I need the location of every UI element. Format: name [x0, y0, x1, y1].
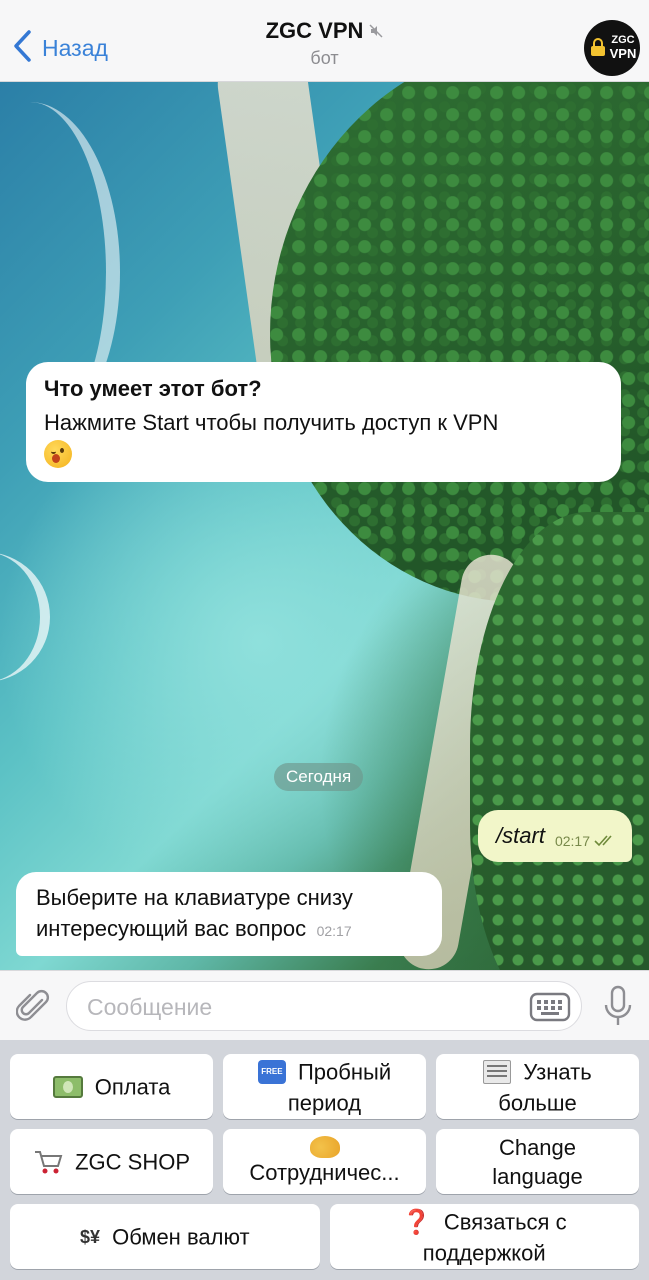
- paperclip-icon[interactable]: [16, 988, 50, 1024]
- contact-support-button[interactable]: ❓ Связаться с поддержкой: [329, 1204, 639, 1269]
- button-label: Узнать больше: [498, 1059, 592, 1116]
- microphone-icon[interactable]: [603, 985, 633, 1027]
- bot-keyboard: Оплата FREE Пробный период Узнать больше: [0, 1040, 649, 1280]
- change-language-button[interactable]: Change language: [436, 1129, 639, 1194]
- currency-exchange-button[interactable]: $¥ Обмен валют: [10, 1204, 320, 1269]
- handshake-icon: [309, 1136, 340, 1158]
- button-label: Сотрудничес...: [249, 1160, 400, 1185]
- newspaper-icon: [483, 1060, 512, 1084]
- bot-intro-card: Что умеет этот бот? Нажмите Start чтобы …: [26, 362, 621, 482]
- partnership-button[interactable]: Сотрудничес...: [223, 1129, 426, 1194]
- keyboard-row: $¥ Обмен валют ❓ Связаться с поддержкой: [0, 1204, 649, 1269]
- money-icon: [52, 1076, 83, 1099]
- free-icon: FREE: [257, 1060, 286, 1084]
- message-input-box[interactable]: [66, 981, 582, 1031]
- payment-button[interactable]: Оплата: [10, 1054, 213, 1119]
- exchange-icon: $¥: [79, 1226, 100, 1247]
- bot-intro-title: Что умеет этот бот?: [44, 376, 262, 401]
- keyboard-row: ZGC SHOP Сотрудничес... Change language: [0, 1129, 649, 1194]
- lock-icon: [591, 38, 605, 56]
- message-time: 02:17: [316, 923, 352, 939]
- outgoing-message[interactable]: /start 02:17: [478, 810, 632, 862]
- wink-emoji-icon: [44, 440, 72, 468]
- message-time: 02:17: [554, 833, 590, 849]
- bot-intro-text: Нажмите Start чтобы получить доступ к VP…: [44, 410, 499, 435]
- keyboard-row: Оплата FREE Пробный период Узнать больше: [0, 1054, 649, 1119]
- chat-header: Назад ZGC VPN бот ZGC VPN: [0, 0, 649, 82]
- double-check-icon: [594, 835, 618, 847]
- button-label: Change language: [492, 1134, 583, 1189]
- muted-icon: [369, 24, 383, 38]
- chat-area[interactable]: Что умеет этот бот? Нажмите Start чтобы …: [0, 82, 649, 970]
- chat-title: ZGC VPN: [265, 18, 364, 43]
- wallpaper-wave: [0, 552, 50, 682]
- message-composer: [0, 970, 649, 1040]
- button-label: ZGC SHOP: [75, 1149, 191, 1175]
- shop-button[interactable]: ZGC SHOP: [10, 1129, 213, 1194]
- question-icon: ❓: [401, 1208, 432, 1236]
- chat-subtitle: бот: [310, 48, 339, 68]
- button-label: Обмен валют: [112, 1224, 250, 1250]
- chat-title-area[interactable]: ZGC VPN бот: [0, 18, 649, 69]
- incoming-message[interactable]: Выберите на клавиатуре снизу интересующи…: [16, 872, 442, 956]
- button-label: Оплата: [94, 1074, 171, 1100]
- learn-more-button[interactable]: Узнать больше: [436, 1054, 639, 1119]
- button-label: Пробный период: [287, 1059, 392, 1116]
- avatar-text-bottom: VPN: [609, 46, 637, 61]
- avatar[interactable]: ZGC VPN: [584, 20, 640, 76]
- button-label: Связаться с поддержкой: [422, 1209, 567, 1266]
- cart-icon: [34, 1151, 63, 1174]
- message-text: Выберите на клавиатуре снизу интересующи…: [36, 885, 353, 941]
- keyboard-icon[interactable]: [529, 992, 571, 1022]
- message-text: /start: [496, 823, 545, 848]
- message-input[interactable]: [87, 994, 507, 1020]
- trial-period-button[interactable]: FREE Пробный период: [223, 1054, 426, 1119]
- date-separator: Сегодня: [274, 763, 364, 791]
